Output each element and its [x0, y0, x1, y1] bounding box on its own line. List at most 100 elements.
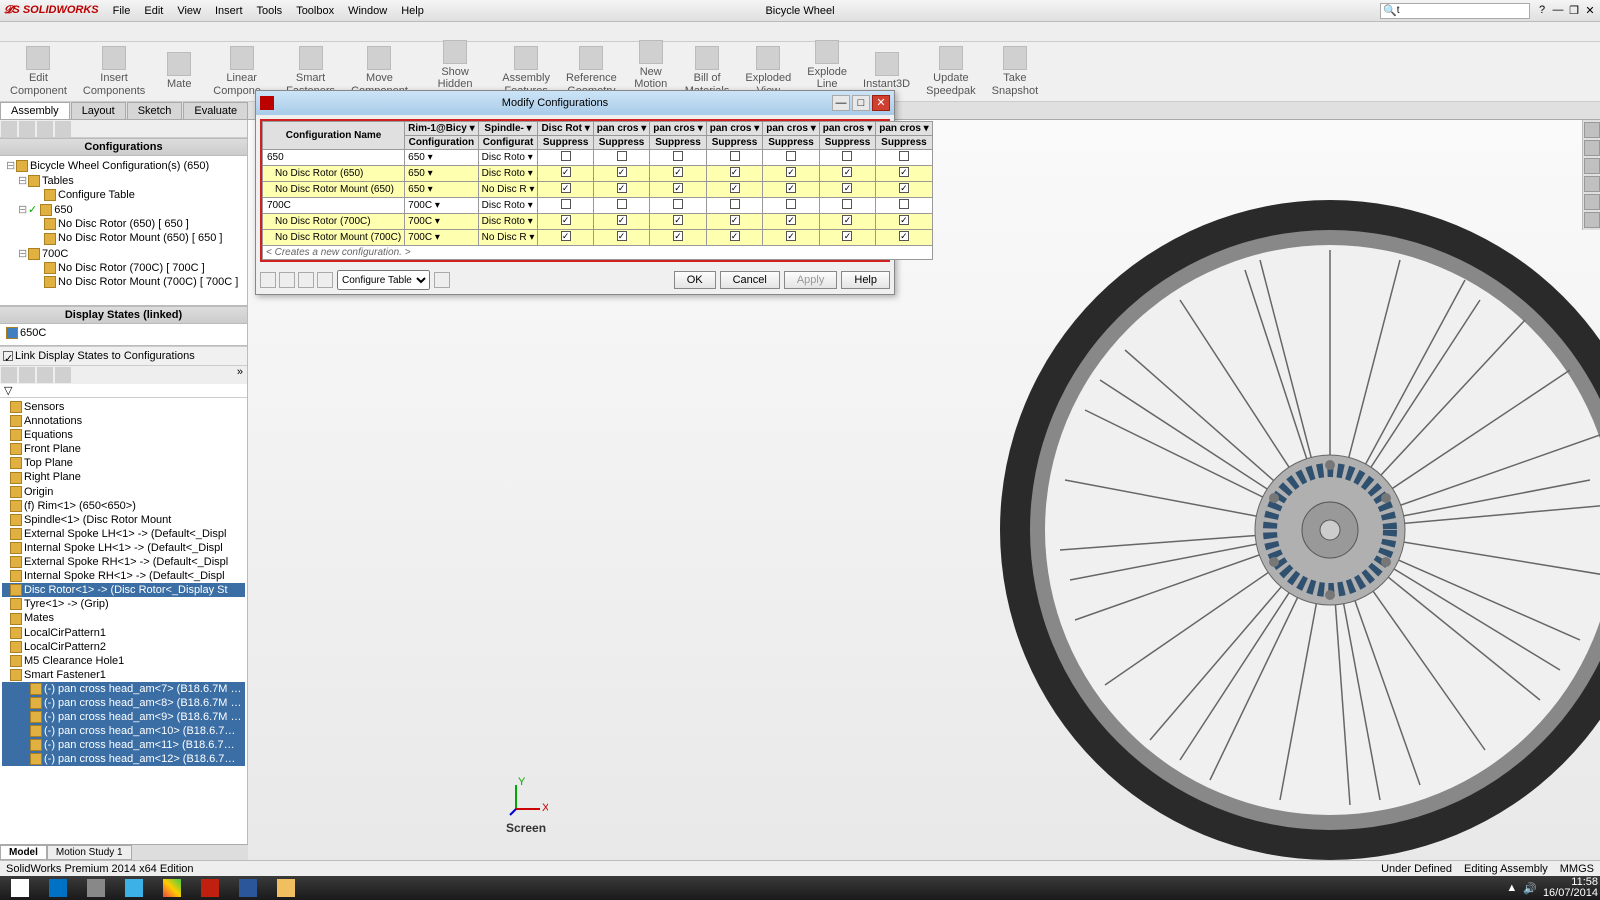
feature-node[interactable]: Front Plane [2, 442, 245, 456]
tab-assembly[interactable]: Assembly [0, 102, 70, 119]
suppress-checkbox[interactable] [593, 150, 649, 166]
tray-icon[interactable]: 🔊 [1523, 882, 1537, 895]
col-header[interactable]: pan cros ▾ [706, 122, 762, 136]
col-header[interactable]: Disc Rot ▾ [538, 122, 593, 136]
tab-evaluate[interactable]: Evaluate [183, 102, 248, 119]
feature-node[interactable]: Disc Rotor<1> -> (Disc Rotor<_Display St [2, 583, 245, 597]
config-name-cell[interactable]: No Disc Rotor Mount (650) [263, 182, 405, 198]
col-header[interactable]: pan cros ▾ [763, 122, 819, 136]
suppress-checkbox[interactable] [706, 230, 762, 246]
feature-node[interactable]: Right Plane [2, 470, 245, 484]
feature-node[interactable]: Smart Fastener1 [2, 668, 245, 682]
col-subheader[interactable]: Suppress [876, 136, 932, 150]
suppress-checkbox[interactable] [819, 182, 875, 198]
config-name-cell[interactable]: 650 [263, 150, 405, 166]
feature-node[interactable]: (-) pan cross head_am<7> (B18.6.7M - M5 … [2, 682, 245, 696]
cell[interactable]: 700C ▾ [405, 198, 478, 214]
panel-tool-icon[interactable] [1, 121, 17, 137]
cell[interactable]: 650 ▾ [405, 166, 478, 182]
close-icon[interactable]: ✕ [1584, 4, 1596, 17]
feature-node[interactable]: Internal Spoke RH<1> -> (Default<_Displ [2, 569, 245, 583]
rtool-icon[interactable] [1584, 212, 1600, 228]
cell[interactable]: Disc Roto ▾ [478, 150, 538, 166]
cell[interactable]: Disc Roto ▾ [478, 198, 538, 214]
col-header[interactable]: Rim-1@Bicy ▾ [405, 122, 478, 136]
suppress-checkbox[interactable] [538, 182, 593, 198]
rtool-icon[interactable] [1584, 158, 1600, 174]
config-name-cell[interactable]: 700C [263, 198, 405, 214]
rtool-icon[interactable] [1584, 194, 1600, 210]
tool-icon[interactable] [434, 272, 450, 288]
outlook-icon[interactable] [40, 877, 76, 899]
bottom-tab[interactable]: Model [0, 845, 47, 860]
suppress-checkbox[interactable] [763, 182, 819, 198]
config-node[interactable]: Configure Table [2, 188, 245, 202]
suppress-checkbox[interactable] [763, 214, 819, 230]
col-subheader[interactable]: Suppress [763, 136, 819, 150]
ribbon-update[interactable]: UpdateSpeedpak [920, 44, 982, 98]
suppress-checkbox[interactable] [538, 198, 593, 214]
rtool-icon[interactable] [1584, 140, 1600, 156]
dialog-maximize-button[interactable]: □ [852, 95, 870, 111]
suppress-checkbox[interactable] [876, 166, 932, 182]
feature-node[interactable]: Internal Spoke LH<1> -> (Default<_Displ [2, 541, 245, 555]
dialog-close-button[interactable]: ✕ [872, 95, 890, 111]
suppress-checkbox[interactable] [593, 230, 649, 246]
col-subheader[interactable]: Suppress [706, 136, 762, 150]
help-icon[interactable]: ? [1536, 4, 1548, 17]
display-states-tree[interactable]: 650C [0, 324, 247, 346]
col-subheader[interactable]: Suppress [819, 136, 875, 150]
feature-node[interactable]: Sensors [2, 400, 245, 414]
config-node[interactable]: ⊟700C [2, 246, 245, 261]
suppress-checkbox[interactable] [650, 230, 706, 246]
cell[interactable]: Disc Roto ▾ [478, 214, 538, 230]
suppress-checkbox[interactable] [650, 166, 706, 182]
suppress-checkbox[interactable] [706, 214, 762, 230]
tool-icon[interactable] [260, 272, 276, 288]
feature-node[interactable]: Mates [2, 611, 245, 625]
suppress-checkbox[interactable] [876, 214, 932, 230]
cell[interactable]: 700C ▾ [405, 230, 478, 246]
config-node[interactable]: No Disc Rotor (700C) [ 700C ] [2, 261, 245, 275]
filter-bar[interactable]: ▽ [0, 384, 247, 398]
col-subheader[interactable]: Suppress [593, 136, 649, 150]
new-config-row[interactable]: < Creates a new configuration. > [263, 246, 933, 260]
col-subheader[interactable]: Suppress [538, 136, 593, 150]
suppress-checkbox[interactable] [763, 198, 819, 214]
feature-node[interactable]: LocalCirPattern1 [2, 626, 245, 640]
help-button[interactable]: Help [841, 271, 890, 289]
cancel-button[interactable]: Cancel [720, 271, 780, 289]
feature-node[interactable]: Origin [2, 485, 245, 499]
system-tray[interactable]: ▲ 🔊 11:58 16/07/2014 [1506, 877, 1598, 899]
menu-edit[interactable]: Edit [138, 3, 169, 19]
cell[interactable]: Disc Roto ▾ [478, 166, 538, 182]
panel-tool-icon[interactable] [55, 121, 71, 137]
feature-node[interactable]: Top Plane [2, 456, 245, 470]
status-units[interactable]: MMGS [1560, 863, 1594, 875]
col-subheader[interactable]: Configuration [405, 136, 478, 150]
col-subheader[interactable]: Configurat [478, 136, 538, 150]
suppress-checkbox[interactable] [593, 198, 649, 214]
minimize-icon[interactable]: — [1552, 4, 1564, 17]
feature-node[interactable]: (-) pan cross head_am<9> (B18.6.7M - M5 … [2, 710, 245, 724]
col-header[interactable]: pan cros ▾ [819, 122, 875, 136]
col-header[interactable]: Spindle- ▾ [478, 122, 538, 136]
solidworks-icon[interactable] [192, 877, 228, 899]
menu-view[interactable]: View [171, 3, 207, 19]
config-node[interactable]: No Disc Rotor (650) [ 650 ] [2, 217, 245, 231]
chrome-icon[interactable] [154, 877, 190, 899]
ie-icon[interactable] [116, 877, 152, 899]
bottom-tab[interactable]: Motion Study 1 [47, 845, 132, 860]
collapse-icon[interactable]: » [237, 366, 243, 384]
suppress-checkbox[interactable] [819, 230, 875, 246]
suppress-checkbox[interactable] [593, 182, 649, 198]
menu-tools[interactable]: Tools [251, 3, 289, 19]
panel-tool-icon[interactable] [37, 121, 53, 137]
col-subheader[interactable]: Suppress [650, 136, 706, 150]
tray-icon[interactable]: ▲ [1506, 882, 1517, 894]
config-name-cell[interactable]: No Disc Rotor Mount (700C) [263, 230, 405, 246]
config-name-cell[interactable]: No Disc Rotor (700C) [263, 214, 405, 230]
config-node[interactable]: No Disc Rotor Mount (650) [ 650 ] [2, 231, 245, 245]
panel-tool-icon[interactable] [19, 121, 35, 137]
suppress-checkbox[interactable] [593, 166, 649, 182]
